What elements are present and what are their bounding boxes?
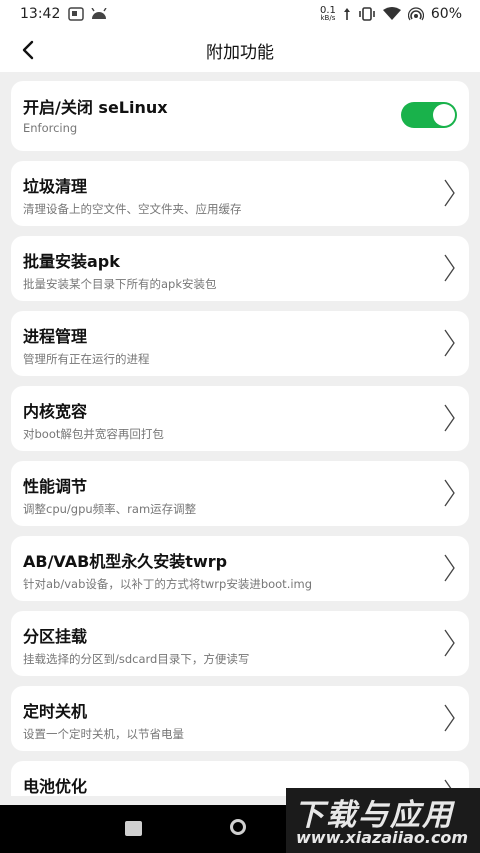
list-item-batch-install-apk[interactable]: 批量安装apk 批量安装某个目录下所有的apk安装包	[11, 236, 469, 301]
list-item-partition-mount[interactable]: 分区挂载 挂载选择的分区到/sdcard目录下，方便读写	[11, 611, 469, 676]
network-speed: 0.1 kB/s	[319, 4, 336, 22]
wifi-icon	[382, 7, 401, 20]
item-subtitle: 设置一个定时关机，以节省电量	[23, 727, 184, 741]
selinux-title: 开启/关闭 seLinux	[23, 98, 168, 117]
item-subtitle: 批量安装某个目录下所有的apk安装包	[23, 277, 217, 291]
item-title: AB/VAB机型永久安装twrp	[23, 552, 228, 571]
chevron-right-icon	[444, 554, 455, 582]
home-button[interactable]	[230, 819, 246, 835]
list-item-scheduled-shutdown[interactable]: 定时关机 设置一个定时关机，以节省电量	[11, 686, 469, 751]
status-bar: 13:42 0.1 kB/s 60%	[0, 0, 480, 28]
data-arrows-icon	[343, 8, 350, 20]
item-title: 性能调节	[23, 477, 88, 496]
watermark-line2: www.xiazaiiao.com	[296, 828, 469, 847]
item-title: 批量安装apk	[23, 252, 120, 271]
screenshot-icon	[68, 7, 85, 21]
item-title: 进程管理	[23, 327, 88, 346]
toggle-knob	[433, 104, 455, 126]
chevron-right-icon	[444, 479, 455, 507]
item-subtitle: 挂载选择的分区到/sdcard目录下，方便读写	[23, 652, 250, 666]
chevron-right-icon	[444, 704, 455, 732]
item-subtitle: 针对ab/vab设备，以补丁的方式将twrp安装进boot.img	[23, 577, 313, 591]
back-button[interactable]	[14, 36, 42, 64]
chevron-right-icon	[444, 179, 455, 207]
recents-button[interactable]	[125, 821, 142, 836]
hotspot-icon	[407, 7, 424, 21]
item-title: 电池优化	[23, 777, 88, 796]
chevron-right-icon	[444, 629, 455, 657]
item-subtitle: 对boot解包并宽容再回打包	[23, 427, 164, 441]
watermark: 下载与应用 www.xiazaiiao.com	[286, 788, 480, 853]
item-title: 垃圾清理	[23, 177, 88, 196]
list-item-performance-tuning[interactable]: 性能调节 调整cpu/gpu频率、ram运存调整	[11, 461, 469, 526]
list-item-kernel-permissive[interactable]: 内核宽容 对boot解包并宽容再回打包	[11, 386, 469, 451]
page-title: 附加功能	[206, 42, 274, 63]
list-item-process-manager[interactable]: 进程管理 管理所有正在运行的进程	[11, 311, 469, 376]
chevron-right-icon	[444, 254, 455, 282]
status-time: 13:42	[20, 6, 61, 22]
vibrate-icon	[359, 7, 375, 21]
battery-percentage: 60%	[430, 6, 462, 22]
list-item-install-twrp[interactable]: AB/VAB机型永久安装twrp 针对ab/vab设备，以补丁的方式将twrp安…	[11, 536, 469, 601]
android-icon	[91, 8, 107, 19]
item-title: 内核宽容	[23, 402, 88, 421]
app-bar: 附加功能	[0, 28, 480, 72]
chevron-right-icon	[444, 329, 455, 357]
item-title: 分区挂载	[23, 627, 88, 646]
item-subtitle: 调整cpu/gpu频率、ram运存调整	[23, 502, 197, 516]
chevron-left-icon	[22, 40, 34, 60]
item-title: 定时关机	[23, 702, 88, 721]
selinux-status: Enforcing	[23, 121, 78, 135]
selinux-toggle[interactable]	[401, 102, 457, 128]
feature-list: 开启/关闭 seLinux Enforcing 垃圾清理 清理设备上的空文件、空…	[11, 81, 469, 796]
chevron-right-icon	[444, 404, 455, 432]
item-subtitle: 清理设备上的空文件、空文件夹、应用缓存	[23, 202, 242, 216]
item-subtitle: 管理所有正在运行的进程	[23, 352, 150, 366]
list-item-junk-clean[interactable]: 垃圾清理 清理设备上的空文件、空文件夹、应用缓存	[11, 161, 469, 226]
selinux-card: 开启/关闭 seLinux Enforcing	[11, 81, 469, 151]
